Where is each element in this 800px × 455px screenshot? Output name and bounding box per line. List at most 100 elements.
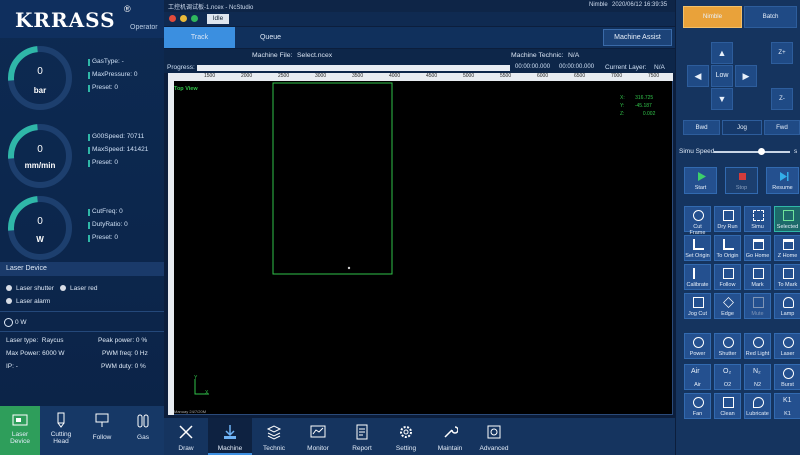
- jog-up-button[interactable]: ▲: [711, 42, 733, 64]
- machine-file-name: Select.ncex: [297, 52, 333, 59]
- lamp-button[interactable]: Lamp: [774, 293, 800, 319]
- laser-device-icon: [12, 414, 28, 426]
- jog-cut-icon: [693, 297, 704, 308]
- burst-button[interactable]: Burst: [774, 364, 800, 390]
- divider: [0, 331, 164, 332]
- laser-alarm-status: Laser alarm: [6, 298, 50, 305]
- machine-assist-button[interactable]: Machine Assist: [603, 29, 672, 46]
- laser-shutter-status: Laser shutter: [6, 285, 54, 292]
- nav-report[interactable]: Report: [340, 418, 384, 455]
- mark-button[interactable]: Mark: [744, 264, 771, 290]
- pressure-value: 0: [37, 66, 43, 77]
- laser-type: Laser type: Raycus: [6, 337, 64, 344]
- nav-gas[interactable]: Gas: [123, 406, 163, 455]
- o2-button[interactable]: O₂ O2: [714, 364, 741, 390]
- air-button[interactable]: Air Air: [684, 364, 711, 390]
- jog-left-button[interactable]: ◀: [687, 65, 709, 87]
- selected-icon: [783, 210, 794, 221]
- nav-laser-device[interactable]: Laser Device: [0, 406, 40, 455]
- cut-frame-button[interactable]: Cut Frame: [684, 206, 711, 236]
- tab-track[interactable]: Track: [164, 27, 235, 48]
- nimble-mode-button[interactable]: Nimble: [683, 6, 742, 28]
- z-home-icon: [783, 239, 794, 250]
- canvas-svg: [194, 82, 393, 395]
- set-origin-button[interactable]: Set Origin: [684, 235, 711, 261]
- calibrate-button[interactable]: Calibrate: [684, 264, 711, 290]
- clean-button[interactable]: Clean: [714, 393, 741, 419]
- mute-button[interactable]: Mute: [744, 293, 771, 319]
- stop-button[interactable]: Stop: [725, 167, 758, 194]
- current-layer-value: N/A: [654, 64, 665, 71]
- lubricate-button[interactable]: Lubricate: [744, 393, 771, 419]
- backward-button[interactable]: Bwd: [683, 120, 720, 135]
- jog-cut-button[interactable]: Jog Cut: [684, 293, 711, 319]
- jog-down-button[interactable]: ▼: [711, 88, 733, 110]
- simu-speed-slider[interactable]: [714, 151, 790, 153]
- fan-button[interactable]: Fan: [684, 393, 711, 419]
- slider-handle[interactable]: [758, 148, 765, 155]
- nav-advanced[interactable]: Advanced: [472, 418, 516, 455]
- nav-machine[interactable]: Machine: [208, 418, 252, 455]
- selected-button[interactable]: Selected: [774, 206, 800, 232]
- close-dot-icon[interactable]: [169, 15, 176, 22]
- n2-button[interactable]: N₂ N2: [744, 364, 771, 390]
- bottom-nav: Draw Machine Technic Monitor Report Sett…: [164, 418, 675, 455]
- z-minus-button[interactable]: Z-: [771, 88, 793, 110]
- machine-technic-label: Machine Technic:: [511, 52, 564, 59]
- dry-run-button[interactable]: Dry Run: [714, 206, 741, 232]
- go-home-button[interactable]: Go Home: [744, 235, 771, 261]
- batch-mode-button[interactable]: Batch: [744, 6, 797, 28]
- jog-mode-button[interactable]: Jog: [722, 120, 762, 135]
- laser-red-status: Laser red: [60, 285, 97, 292]
- drawing-canvas[interactable]: [168, 73, 673, 415]
- nav-cutting-head[interactable]: Cutting Head: [41, 406, 81, 455]
- z-home-button[interactable]: Z Home: [774, 235, 800, 261]
- ruler-tick-label: 7500: [648, 73, 660, 79]
- to-mark-icon: [783, 268, 794, 279]
- power-button[interactable]: Power: [684, 333, 711, 359]
- nav-follow[interactable]: Follow: [82, 406, 122, 455]
- edge-button[interactable]: Edge: [714, 293, 741, 319]
- nav-draw[interactable]: Draw: [164, 418, 208, 455]
- brand-logo: KRRASS: [15, 8, 116, 32]
- z-plus-button[interactable]: Z+: [771, 42, 793, 64]
- lubricate-icon: [753, 397, 764, 408]
- ruler-tick-label: 4500: [426, 73, 438, 79]
- maximize-dot-icon[interactable]: [191, 15, 198, 22]
- simu-icon: [753, 210, 764, 221]
- shutter-button[interactable]: Shutter: [714, 333, 741, 359]
- fan-icon: [693, 397, 704, 408]
- simu-button[interactable]: Simu: [744, 206, 771, 232]
- red-light-button[interactable]: Red Light: [744, 333, 771, 359]
- laser-button[interactable]: Laser: [774, 333, 800, 359]
- jog-right-button[interactable]: ▶: [735, 65, 757, 87]
- start-button[interactable]: Start: [684, 167, 717, 194]
- speed-low-button[interactable]: Low: [711, 65, 733, 87]
- forward-button[interactable]: Fwd: [764, 120, 800, 135]
- tab-queue[interactable]: Queue: [235, 27, 306, 48]
- minimize-dot-icon[interactable]: [180, 15, 187, 22]
- cut-freq: CutFreq: 0: [88, 208, 160, 216]
- nav-setting[interactable]: Setting: [384, 418, 428, 455]
- to-origin-button[interactable]: To Origin: [714, 235, 741, 261]
- wrench-icon: [444, 426, 458, 438]
- nav-maintain[interactable]: Maintain: [428, 418, 472, 455]
- to-mark-button[interactable]: To Mark: [774, 264, 800, 290]
- speed-preset: Preset: 0: [88, 159, 160, 167]
- pwm-freq: PWM freq: 0 Hz: [102, 350, 148, 357]
- k1-button[interactable]: K1 K1: [774, 393, 800, 419]
- k1-icon: K1: [783, 397, 792, 404]
- resume-button[interactable]: Resume: [766, 167, 799, 194]
- power-value: 0: [37, 216, 43, 227]
- status-dot-icon: [60, 285, 66, 292]
- machine-status-badge: Idle: [207, 14, 229, 24]
- max-power: Max Power: 6000 W: [6, 350, 65, 357]
- ruler-tick-label: 3000: [315, 73, 327, 79]
- n2-icon: N₂: [753, 368, 761, 375]
- follow-head-icon: [723, 268, 734, 279]
- brand-header: KRRASS ® Operator: [0, 0, 164, 38]
- part-marker: [347, 266, 351, 270]
- follow-button[interactable]: Follow: [714, 264, 741, 290]
- nav-monitor[interactable]: Monitor: [296, 418, 340, 455]
- nav-technic[interactable]: Technic: [252, 418, 296, 455]
